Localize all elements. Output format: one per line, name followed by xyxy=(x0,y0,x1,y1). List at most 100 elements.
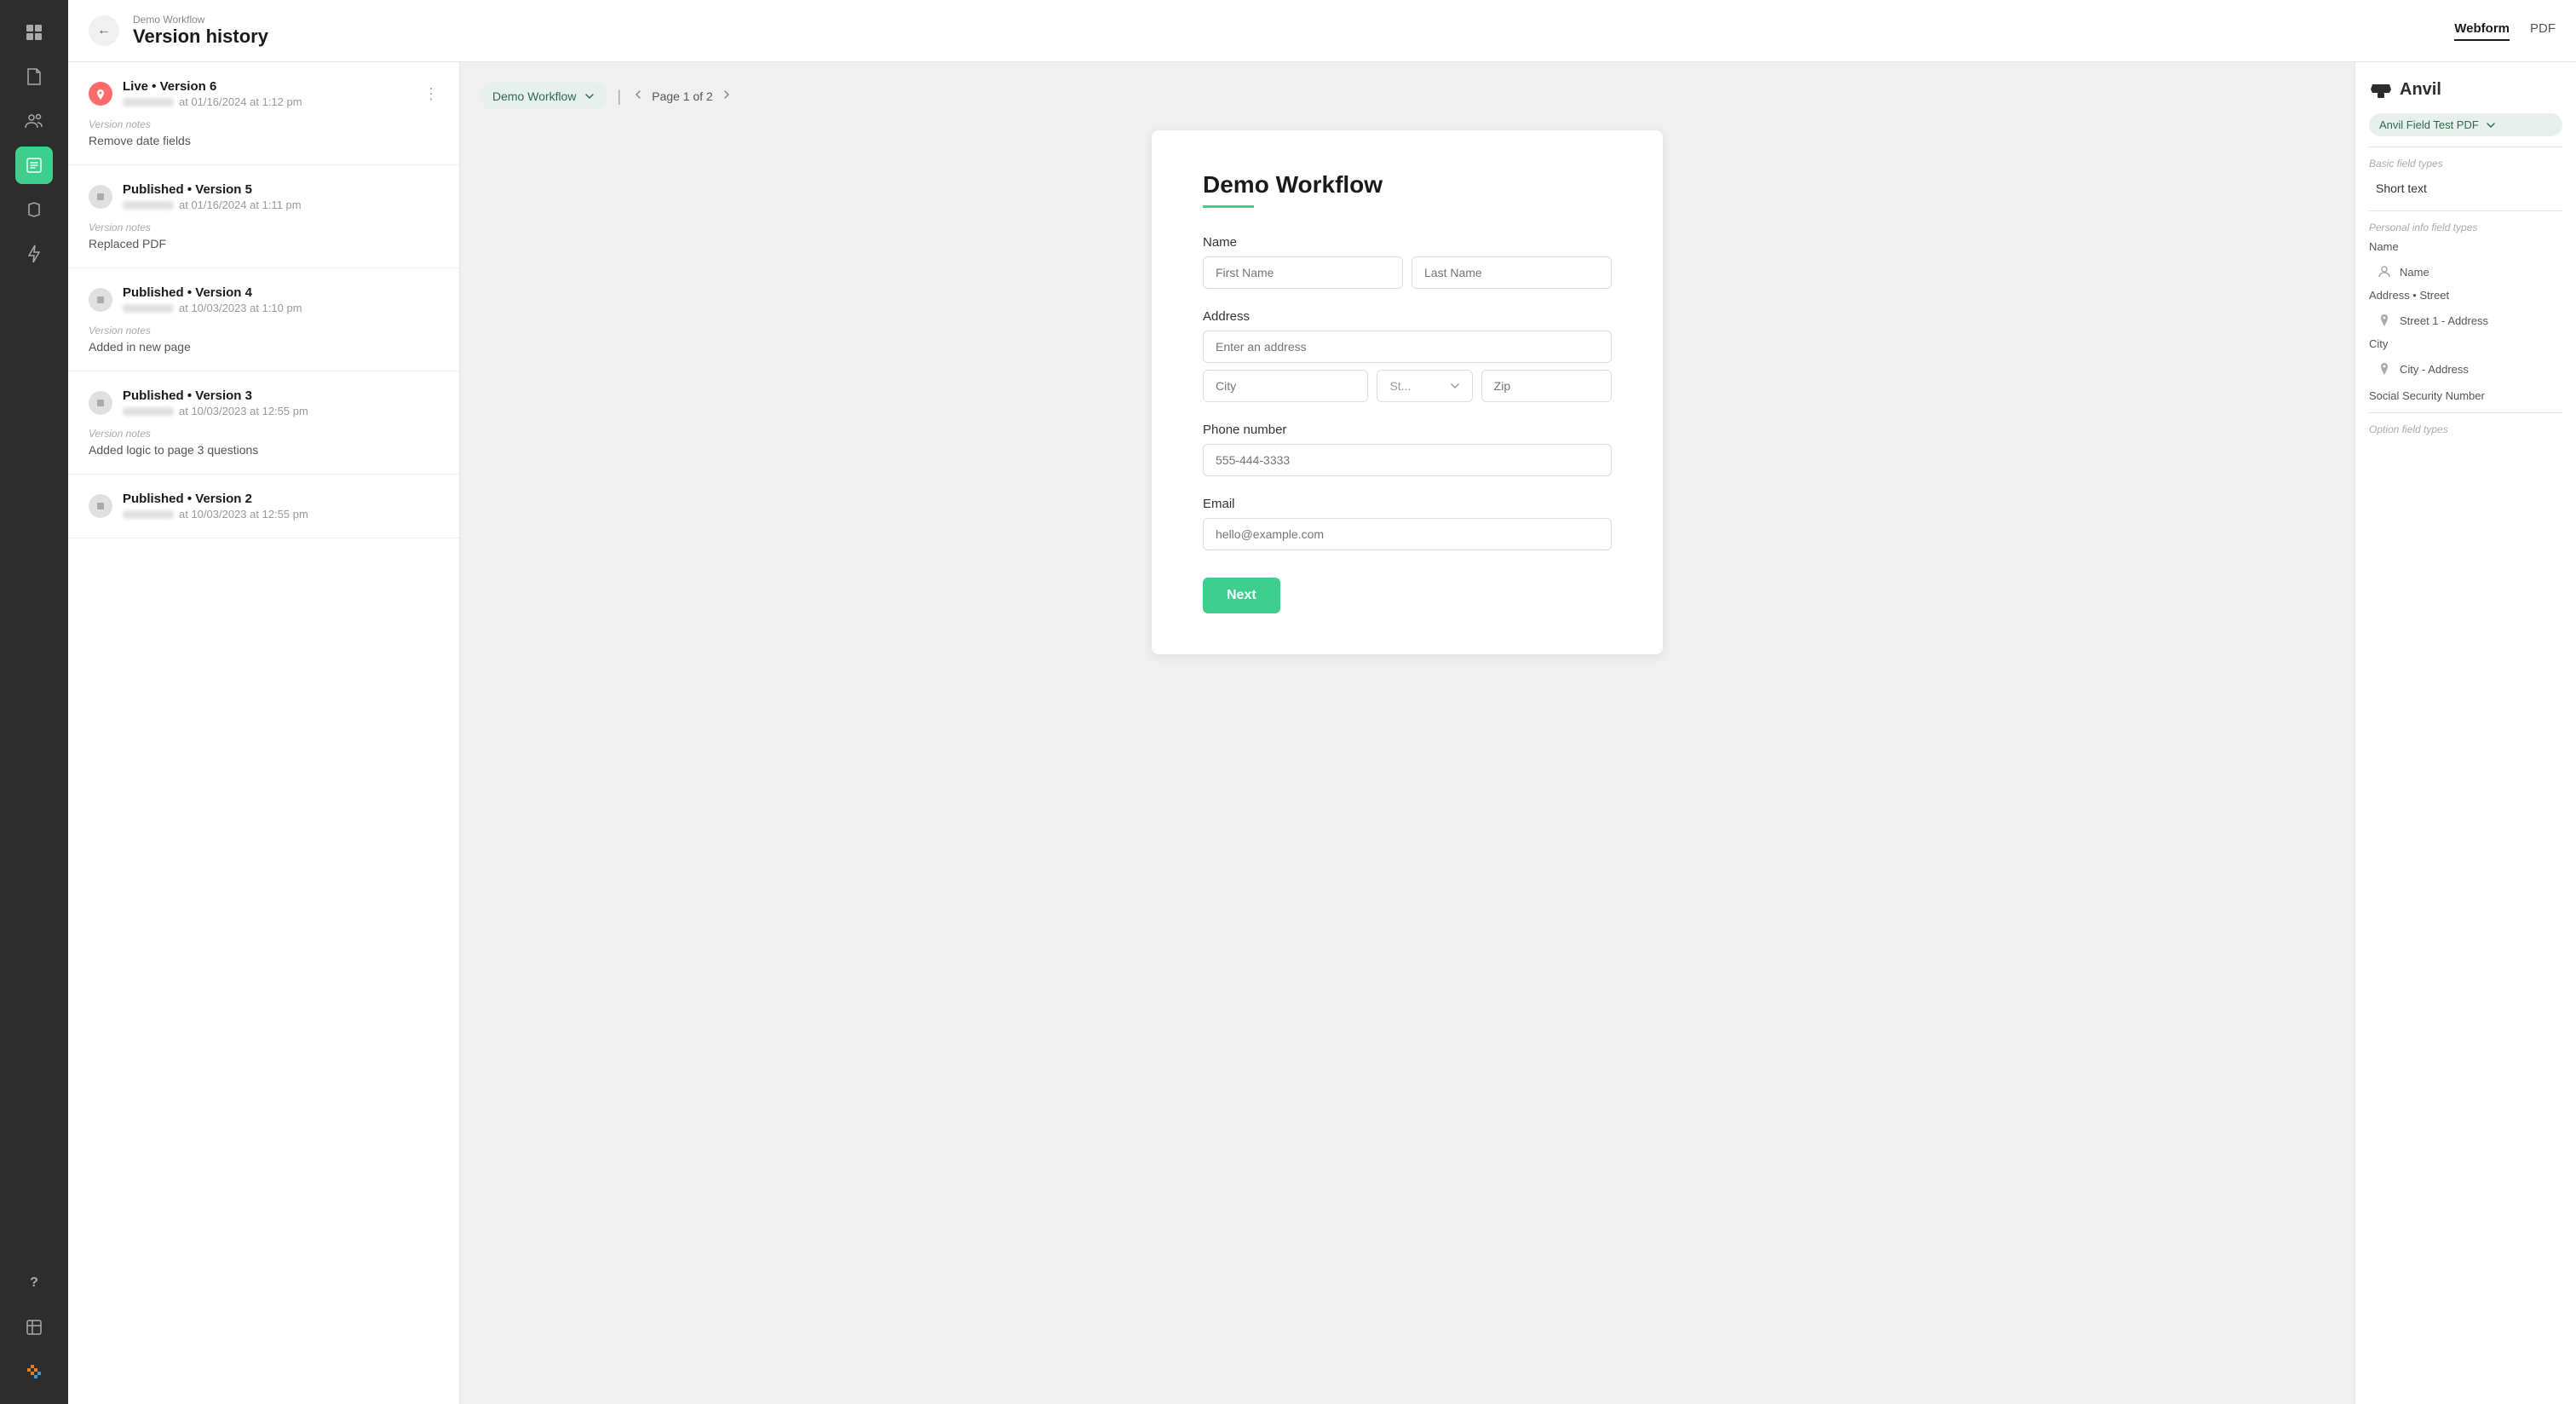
city-field-item[interactable]: City - Address xyxy=(2369,355,2562,383)
table-icon[interactable] xyxy=(15,1309,53,1346)
pixel-icon[interactable] xyxy=(15,1353,53,1390)
last-name-input[interactable] xyxy=(1412,256,1612,289)
email-label: Email xyxy=(1203,497,1612,511)
name-field-label: Name xyxy=(2400,266,2429,279)
people-icon[interactable] xyxy=(15,102,53,140)
version-label: Published • Version 4 xyxy=(123,285,302,300)
personal-field-section: Personal info field types Name Name Addr… xyxy=(2369,222,2562,402)
version-item[interactable]: Published • Version 5 at 01/16/2024 at 1… xyxy=(68,165,459,268)
page-title: Version history xyxy=(133,26,2441,48)
next-button[interactable]: Next xyxy=(1203,578,1280,613)
phone-label: Phone number xyxy=(1203,423,1612,437)
version-item[interactable]: Live • Version 6 at 01/16/2024 at 1:12 p… xyxy=(68,62,459,165)
version-date: at 10/03/2023 at 1:10 pm xyxy=(123,302,302,314)
form-title-underline xyxy=(1203,205,1254,208)
name-field-item[interactable]: Name xyxy=(2369,258,2562,285)
version-title-row: Published • Version 2 at 10/03/2023 at 1… xyxy=(89,492,308,521)
page-nav: Page 1 of 2 xyxy=(631,88,733,106)
version-label: Live • Version 6 xyxy=(123,79,302,94)
webform-card: Demo Workflow Name Address xyxy=(1152,130,1663,654)
help-icon[interactable]: ? xyxy=(15,1264,53,1302)
version-date: at 10/03/2023 at 12:55 pm xyxy=(123,508,308,521)
city-section-label: City xyxy=(2369,337,2562,350)
version-item[interactable]: Published • Version 2 at 10/03/2023 at 1… xyxy=(68,475,459,538)
page-next-button[interactable] xyxy=(720,88,733,106)
version-header: Published • Version 5 at 01/16/2024 at 1… xyxy=(89,182,439,211)
version-notes-label: Version notes xyxy=(89,222,439,233)
version-dot xyxy=(89,185,112,209)
header-title-area: Demo Workflow Version history xyxy=(133,14,2441,48)
version-title-row: Live • Version 6 at 01/16/2024 at 1:12 p… xyxy=(89,79,302,108)
divider xyxy=(2369,412,2562,413)
version-more-button[interactable]: ⋮ xyxy=(423,86,439,101)
webform-preview: Demo Workflow | Page 1 of 2 Demo Workflo… xyxy=(460,62,2355,1404)
page-prev-button[interactable] xyxy=(631,88,645,106)
basic-field-label: Basic field types xyxy=(2369,158,2562,170)
anvil-logo-area: Anvil xyxy=(2369,79,2562,100)
address-input[interactable] xyxy=(1203,331,1612,363)
city-input[interactable] xyxy=(1203,370,1368,402)
phone-field-group: Phone number xyxy=(1203,423,1612,476)
version-title-row: Published • Version 5 at 01/16/2024 at 1… xyxy=(89,182,302,211)
anvil-logo-icon xyxy=(2369,79,2393,100)
name-section-label: Name xyxy=(2369,240,2562,253)
name-label: Name xyxy=(1203,235,1612,250)
version-label: Published • Version 3 xyxy=(123,388,308,403)
location-icon xyxy=(2376,312,2393,329)
lightning-icon[interactable] xyxy=(15,235,53,273)
address-row: St... xyxy=(1203,370,1612,402)
phone-input[interactable] xyxy=(1203,444,1612,476)
address-street-section-label: Address • Street xyxy=(2369,289,2562,302)
forms-icon[interactable] xyxy=(15,147,53,184)
version-notes-label: Version notes xyxy=(89,118,439,130)
short-text-field[interactable]: Short text xyxy=(2369,176,2562,200)
anvil-logo-text: Anvil xyxy=(2400,80,2441,100)
state-label: St... xyxy=(1389,379,1411,393)
ssn-label: Social Security Number xyxy=(2369,389,2562,402)
city-field-label: City - Address xyxy=(2400,363,2469,376)
workflow-dropdown[interactable]: Demo Workflow xyxy=(480,83,607,110)
header-subtitle: Demo Workflow xyxy=(133,14,2441,26)
tab-pdf[interactable]: PDF xyxy=(2530,21,2556,41)
first-name-input[interactable] xyxy=(1203,256,1403,289)
version-panel: Live • Version 6 at 01/16/2024 at 1:12 p… xyxy=(68,62,460,1404)
version-notes-text: Replaced PDF xyxy=(89,237,439,250)
right-panel: Anvil Anvil Field Test PDF Basic field t… xyxy=(2355,62,2576,1404)
street-field-label: Street 1 - Address xyxy=(2400,314,2488,327)
version-header: Published • Version 2 at 10/03/2023 at 1… xyxy=(89,492,439,521)
email-field-group: Email xyxy=(1203,497,1612,550)
address-field-group: Address St... xyxy=(1203,309,1612,402)
version-header: Published • Version 4 at 10/03/2023 at 1… xyxy=(89,285,439,314)
basic-field-section: Basic field types Short text xyxy=(2369,158,2562,200)
version-header: Published • Version 3 at 10/03/2023 at 1… xyxy=(89,388,439,417)
version-item[interactable]: Published • Version 3 at 10/03/2023 at 1… xyxy=(68,371,459,475)
street-field-item[interactable]: Street 1 - Address xyxy=(2369,307,2562,334)
version-notes-label: Version notes xyxy=(89,325,439,337)
version-date: at 01/16/2024 at 1:12 pm xyxy=(123,95,302,108)
person-icon xyxy=(2376,263,2393,280)
logo-icon[interactable] xyxy=(15,14,53,51)
pdf-dropdown-label: Anvil Field Test PDF xyxy=(2379,118,2479,131)
version-notes-text: Added in new page xyxy=(89,340,439,354)
email-input[interactable] xyxy=(1203,518,1612,550)
city-location-icon xyxy=(2376,360,2393,377)
document-icon[interactable] xyxy=(15,58,53,95)
version-item[interactable]: Published • Version 4 at 10/03/2023 at 1… xyxy=(68,268,459,371)
version-date: at 10/03/2023 at 12:55 pm xyxy=(123,405,308,417)
back-button[interactable]: ← xyxy=(89,15,119,46)
version-notes-text: Added logic to page 3 questions xyxy=(89,443,439,457)
form-title: Demo Workflow xyxy=(1203,171,1612,199)
zip-input[interactable] xyxy=(1481,370,1612,402)
preview-toolbar: Demo Workflow | Page 1 of 2 xyxy=(480,83,733,110)
body-layout: Live • Version 6 at 01/16/2024 at 1:12 p… xyxy=(68,62,2576,1404)
version-title-row: Published • Version 4 at 10/03/2023 at 1… xyxy=(89,285,302,314)
tab-webform[interactable]: Webform xyxy=(2454,21,2510,41)
option-field-label: Option field types xyxy=(2369,423,2562,435)
state-select[interactable]: St... xyxy=(1377,370,1472,402)
divider: | xyxy=(618,88,622,106)
version-title-row: Published • Version 3 at 10/03/2023 at 1… xyxy=(89,388,308,417)
sidebar-nav: ? xyxy=(0,0,68,1404)
templates-icon[interactable] xyxy=(15,191,53,228)
pdf-dropdown[interactable]: Anvil Field Test PDF xyxy=(2369,113,2562,136)
version-notes-label: Version notes xyxy=(89,428,439,440)
